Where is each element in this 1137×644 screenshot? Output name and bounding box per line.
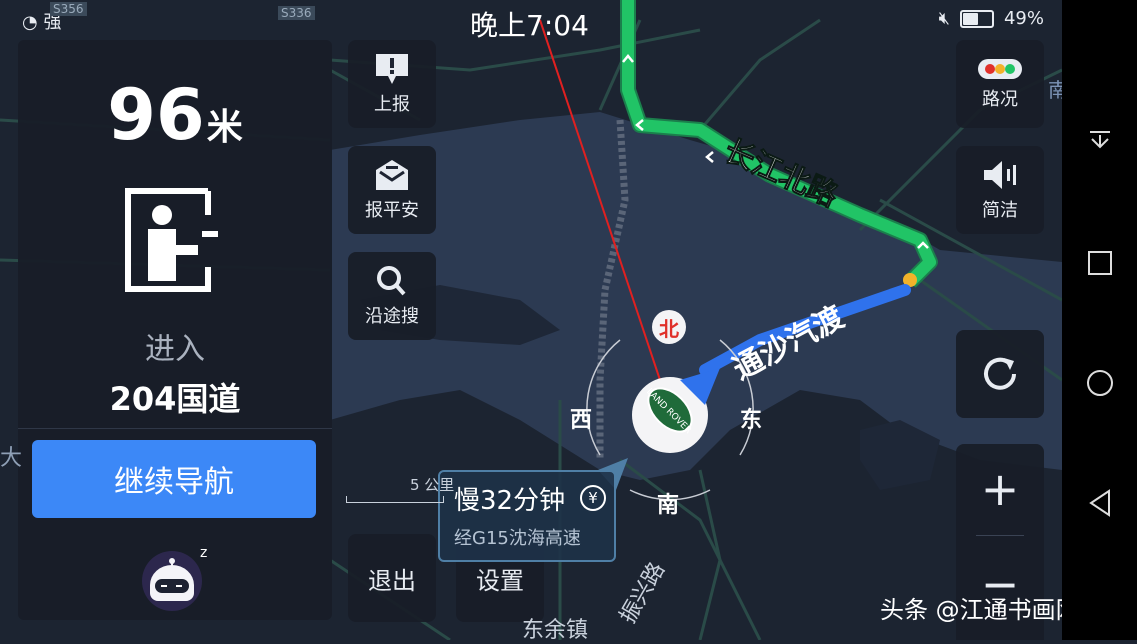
simple-mode-label: 简洁: [982, 200, 1018, 221]
search-along-button[interactable]: 沿途搜: [348, 252, 436, 340]
compass-west: 西: [570, 408, 593, 433]
system-icons: 🔇︎ 49%: [939, 8, 1044, 29]
maneuver-action: 进入: [145, 332, 205, 367]
signal-icon: ◔: [22, 12, 38, 33]
continue-navigation-button[interactable]: 继续导航: [32, 440, 316, 518]
status-bar: ◔ 强 S356 S336 晚上7:04 🔇︎ 49%: [0, 0, 1062, 42]
android-nav-bar: [1062, 0, 1137, 640]
route-marker-s336: S336: [278, 6, 315, 20]
next-road-name: 204国道: [109, 380, 241, 418]
compass-north[interactable]: 北: [652, 310, 686, 344]
battery-level: [962, 12, 978, 25]
map-scale: 5 公里: [346, 474, 506, 503]
traffic-label: 路况: [982, 89, 1018, 110]
panel-divider: [18, 428, 332, 429]
toll-gate-icon: [125, 188, 218, 292]
settings-label: 设置: [476, 566, 524, 595]
watermark: 头条 @江通书画网: [880, 596, 1080, 624]
refresh-button[interactable]: [956, 330, 1044, 418]
exit-button[interactable]: 退出: [348, 534, 436, 622]
zoom-in-button[interactable]: +: [956, 444, 1044, 534]
compass-east: 东: [740, 408, 763, 433]
exit-label: 退出: [368, 566, 416, 595]
home-circle-icon[interactable]: [1084, 367, 1116, 399]
refresh-icon: [984, 357, 1016, 390]
report-label: 上报: [374, 94, 410, 115]
back-triangle-icon[interactable]: [1084, 487, 1116, 519]
compass-south: 南: [657, 493, 680, 518]
report-bubble-icon: [376, 54, 408, 84]
search-icon: [377, 266, 406, 296]
toll-icon: ¥: [580, 485, 606, 511]
assistant-badge: z: [200, 545, 207, 561]
scale-label: 5 公里: [410, 476, 455, 494]
traffic-button[interactable]: 路况: [956, 40, 1044, 128]
status-time: 晚上7:04: [470, 9, 589, 42]
report-button[interactable]: 上报: [348, 40, 436, 128]
safety-report-label: 报平安: [365, 200, 419, 221]
simple-mode-button[interactable]: 简洁: [956, 146, 1044, 234]
safety-envelope-icon: [376, 160, 408, 190]
battery-icon: [959, 9, 994, 28]
zoom-in-label: +: [980, 462, 1020, 516]
distance-value: 96: [107, 74, 205, 156]
sleeping-robot-icon[interactable]: z: [136, 537, 214, 615]
traffic-light-icon: [978, 59, 1022, 79]
alert-subtitle: 经G15沈海高速: [454, 528, 581, 549]
edge-label-left: 大: [0, 446, 23, 471]
safety-report-button[interactable]: 报平安: [348, 146, 436, 234]
notification-pull-icon[interactable]: [1084, 126, 1116, 158]
recents-square-icon[interactable]: [1084, 247, 1116, 279]
speaker-icon: [984, 161, 1016, 189]
search-along-label: 沿途搜: [365, 306, 419, 327]
mute-icon: 🔇︎: [938, 8, 950, 29]
distance-readout: 96米: [18, 74, 332, 156]
town-label: 东余镇: [522, 618, 589, 643]
route-marker-s356: S356: [50, 2, 87, 16]
battery-percent: 49%: [1003, 8, 1044, 29]
scale-bar: [346, 496, 444, 503]
guidance-panel: 96米 进入 204国道 继续导航 z: [18, 40, 332, 620]
distance-unit: 米: [206, 107, 243, 148]
